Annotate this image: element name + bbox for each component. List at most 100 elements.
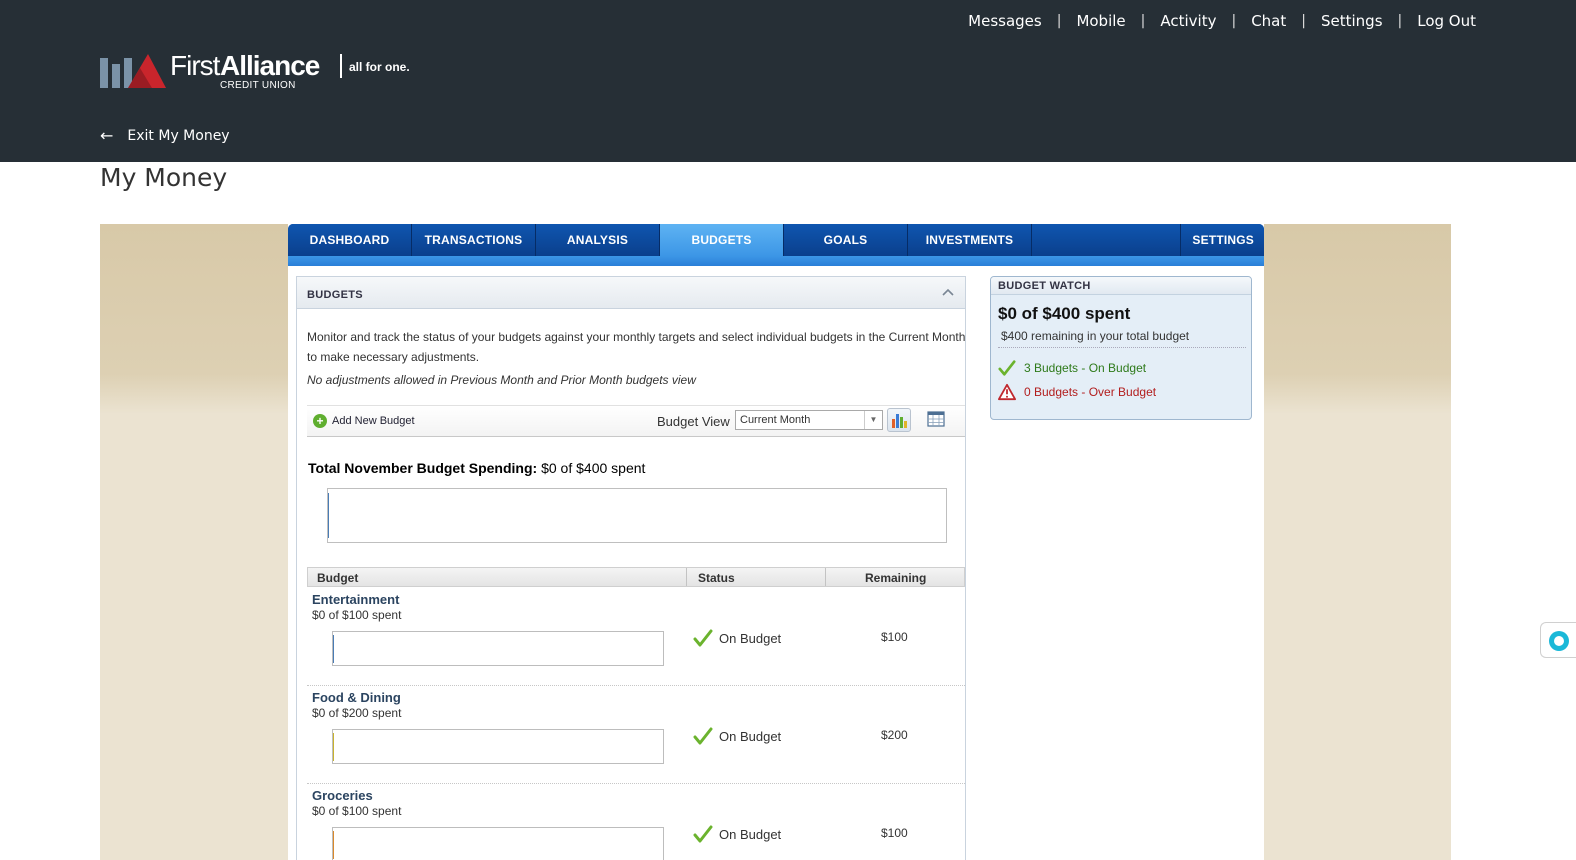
status-label: On Budget [719, 826, 782, 842]
total-budget-spending: Total November Budget Spending: $0 of $4… [308, 460, 645, 476]
budget-progress-fill [333, 831, 334, 859]
panel-title: BUDGETS [307, 289, 363, 301]
budget-remaining: $100 [881, 826, 908, 840]
budget-watch-panel: BUDGET WATCH $0 of $400 spent $400 remai… [990, 276, 1252, 420]
tab-goals[interactable]: GOALS [784, 224, 908, 256]
chat-link[interactable]: Chat [1251, 12, 1286, 30]
support-widget-button[interactable] [1540, 622, 1576, 658]
budget-view-label: Budget View [657, 414, 730, 429]
logout-link[interactable]: Log Out [1417, 12, 1476, 30]
nav-separator: | [1231, 13, 1237, 29]
tab-transactions[interactable]: TRANSACTIONS [412, 224, 536, 256]
table-row[interactable]: Food & Dining $0 of $200 spent On Budget… [307, 686, 965, 784]
logo-credit-union: CREDIT UNION [220, 80, 296, 91]
money-app: DASHBOARD TRANSACTIONS ANALYSIS BUDGETS … [288, 224, 1264, 860]
column-status: Status [698, 571, 735, 585]
table-row[interactable]: Entertainment $0 of $100 spent On Budget… [307, 588, 965, 686]
total-label: Total November Budget Spending: [308, 460, 538, 476]
budget-status: On Budget [693, 726, 781, 746]
budgets-panel: BUDGETS Monitor and track the status of … [296, 276, 966, 860]
activity-link[interactable]: Activity [1160, 12, 1216, 30]
table-row[interactable]: Groceries $0 of $100 spent On Budget $10… [307, 784, 965, 860]
budget-watch-remaining: $400 remaining in your total budget [1001, 329, 1190, 343]
logo-wordmark: First Alliance CREDIT UNION [170, 50, 340, 91]
logo-mark-icon [100, 50, 168, 90]
status-label: On Budget [719, 630, 782, 646]
logo-tagline: all for one. [349, 60, 410, 74]
on-budget-count[interactable]: 3 Budgets - On Budget [998, 359, 1146, 377]
budget-progress-fill [333, 635, 334, 663]
mobile-link[interactable]: Mobile [1076, 12, 1125, 30]
plus-icon: + [313, 414, 327, 428]
budget-name[interactable]: Entertainment [312, 592, 399, 607]
column-remaining: Remaining [865, 571, 927, 585]
main-tabs: DASHBOARD TRANSACTIONS ANALYSIS BUDGETS … [288, 224, 1264, 266]
chevron-down-icon: ▼ [864, 411, 882, 429]
brand-logo[interactable]: First Alliance CREDIT UNION all for one. [100, 50, 410, 91]
column-budget: Budget [317, 571, 359, 585]
budget-name[interactable]: Food & Dining [312, 690, 401, 705]
budget-progress-bar[interactable] [332, 827, 664, 860]
column-divider [686, 568, 687, 586]
logo-alliance: Alliance [220, 50, 320, 81]
total-value: $0 of $400 spent [541, 460, 646, 476]
panel-note: No adjustments allowed in Previous Month… [307, 373, 696, 387]
tab-investments[interactable]: INVESTMENTS [908, 224, 1032, 256]
tab-strip [288, 256, 1264, 266]
budget-remaining: $100 [881, 630, 908, 644]
nav-separator: | [1397, 13, 1403, 29]
budget-table-header: Budget Status Remaining [307, 567, 965, 587]
budget-progress-bar[interactable] [332, 631, 664, 666]
budget-view-select[interactable]: Current Month ▼ [735, 410, 883, 430]
check-icon [693, 825, 713, 843]
logo-first: First [170, 50, 220, 81]
tab-dashboard[interactable]: DASHBOARD [288, 224, 412, 256]
page-title: My Money [100, 163, 228, 192]
budget-status: On Budget [693, 628, 781, 648]
messages-link[interactable]: Messages [968, 12, 1042, 30]
nav-separator: | [1301, 13, 1306, 29]
panel-header: BUDGETS [297, 277, 965, 309]
over-budget-label: 0 Budgets - Over Budget [1024, 385, 1157, 399]
add-new-budget-label: Add New Budget [332, 415, 415, 427]
settings-link[interactable]: Settings [1321, 12, 1383, 30]
budget-spent: $0 of $200 spent [312, 706, 402, 720]
over-budget-count[interactable]: 0 Budgets - Over Budget [998, 383, 1156, 401]
budget-spent: $0 of $100 spent [312, 804, 402, 818]
nav-separator: | [1140, 13, 1146, 29]
divider [998, 347, 1246, 348]
budget-toolbar: + Add New Budget Budget View Current Mon… [307, 405, 965, 437]
total-progress-bar [327, 488, 947, 543]
budget-name[interactable]: Groceries [312, 788, 373, 803]
add-new-budget-button[interactable]: + Add New Budget [313, 414, 415, 428]
on-budget-label: 3 Budgets - On Budget [1024, 361, 1147, 375]
budget-progress-fill [333, 733, 334, 761]
chat-bubble-icon [1549, 631, 1569, 651]
budget-remaining: $200 [881, 728, 908, 742]
column-divider [825, 568, 826, 586]
status-label: On Budget [719, 728, 782, 744]
top-nav: Messages | Mobile | Activity | Chat | Se… [968, 12, 1476, 30]
panel-description: Monitor and track the status of your bud… [307, 330, 966, 364]
bar-chart-icon[interactable] [887, 408, 911, 432]
check-icon [998, 360, 1016, 376]
arrow-left-icon: ← [100, 126, 114, 145]
tab-budgets[interactable]: BUDGETS [660, 224, 784, 256]
site-header: Messages | Mobile | Activity | Chat | Se… [0, 0, 1576, 162]
budget-spent: $0 of $100 spent [312, 608, 402, 622]
logo-divider [340, 54, 342, 78]
total-progress-fill [328, 493, 329, 538]
budget-watch-title: BUDGET WATCH [991, 277, 1251, 295]
budget-progress-bar[interactable] [332, 729, 664, 764]
tab-settings[interactable]: SETTINGS [1180, 224, 1264, 256]
calendar-icon[interactable] [927, 410, 945, 428]
budget-status: On Budget [693, 824, 781, 844]
chevron-up-icon[interactable] [941, 285, 955, 299]
warning-icon [998, 383, 1016, 401]
exit-my-money-link[interactable]: ← Exit My Money [100, 126, 230, 145]
budget-watch-headline: $0 of $400 spent [998, 304, 1131, 323]
check-icon [693, 629, 713, 647]
tab-analysis[interactable]: ANALYSIS [536, 224, 660, 256]
budget-view-value: Current Month [740, 414, 811, 426]
exit-label: Exit My Money [127, 127, 230, 144]
